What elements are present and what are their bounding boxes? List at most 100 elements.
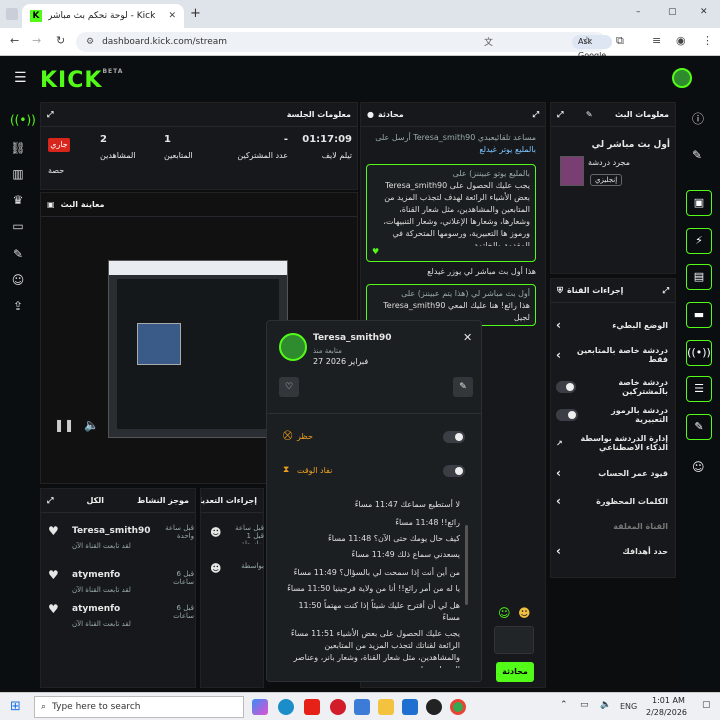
close-icon[interactable]: ✕ — [463, 331, 472, 344]
taskbar-search-input[interactable]: ⌕ Type here to search — [34, 696, 244, 718]
users-icon[interactable]: ☺ — [692, 460, 705, 474]
upload-icon[interactable]: ⇪ — [10, 298, 26, 314]
chat-input[interactable] — [494, 626, 534, 654]
expand-icon[interactable]: ⤢ — [663, 286, 669, 296]
chat-bubble-button[interactable]: ▬ — [686, 302, 712, 328]
tab-close-icon[interactable]: ✕ — [168, 11, 184, 21]
store-icon[interactable] — [354, 699, 370, 715]
close-window-button[interactable]: ✕ — [700, 7, 708, 17]
browser-more-icon[interactable]: ⋮ — [702, 34, 713, 47]
tabs-menu-icon[interactable]: ≡ — [652, 34, 661, 47]
gift-button[interactable]: ✎ — [453, 377, 473, 397]
bookmark-star-icon[interactable]: ☆ — [582, 34, 592, 47]
action-slow-mode[interactable]: الوضع البطيء › — [556, 318, 668, 332]
emoji-icon[interactable]: ☺ — [498, 606, 511, 620]
pencil-icon[interactable]: ✎ — [692, 148, 702, 162]
language-indicator[interactable]: ENG — [620, 702, 637, 711]
lightning-button[interactable]: ⚡ — [686, 228, 712, 254]
user-avatar[interactable] — [672, 68, 692, 88]
back-icon[interactable]: ← — [10, 34, 19, 47]
ask-google-button[interactable]: Ask Google — [572, 35, 613, 60]
broadcast-button[interactable]: ((•)) — [686, 340, 712, 366]
action-ai-moderation[interactable]: إدارة الدردشة بواسطة الذكاء الاصطناعي ↗ — [556, 432, 668, 454]
action-followers-only[interactable]: دردشة خاصة بالمتابعين فقط › — [556, 346, 668, 364]
stat-value: 2 — [100, 134, 107, 145]
mail-icon[interactable] — [402, 699, 418, 715]
activity-user[interactable]: Teresa_smith90 — [72, 526, 151, 536]
pause-icon[interactable]: ❚❚ — [54, 418, 74, 432]
hamburger-menu-icon[interactable]: ☰ — [14, 70, 27, 86]
tools-button[interactable]: ✎ — [686, 414, 712, 440]
expand-icon[interactable]: ⤢ — [47, 110, 53, 120]
reload-icon[interactable]: ↻ — [56, 34, 65, 47]
maximize-button[interactable]: ▢ — [668, 7, 677, 17]
chat-message: هذا أول بث مباشر لي يوزر غيدلع — [366, 266, 536, 278]
opera-icon[interactable] — [330, 699, 346, 715]
activity-tab-all[interactable]: الكل — [86, 496, 104, 505]
tray-chevron-icon[interactable]: ⌃ — [560, 700, 568, 710]
minimize-button[interactable]: – — [636, 7, 641, 17]
follow-heart-button[interactable]: ♡ — [279, 377, 299, 397]
modal-username[interactable]: Teresa_smith90 — [313, 333, 392, 343]
trophy-icon[interactable]: ♛ — [10, 192, 26, 208]
emote-icon[interactable]: ☻ — [518, 606, 531, 620]
kick-logo[interactable]: KICKBETA — [40, 68, 123, 93]
forward-icon[interactable]: → — [32, 34, 41, 47]
preview-screen-tabbar — [109, 261, 287, 275]
subscribers-toggle[interactable] — [556, 381, 577, 393]
kick-logo-text: KICK — [40, 68, 103, 93]
notification-icon[interactable]: ▢ — [702, 700, 711, 710]
ban-toggle[interactable] — [443, 431, 465, 443]
address-bar[interactable]: ⚙ dashboard.kick.com/stream 文 Ask Google — [76, 32, 613, 60]
browser-menu-icon[interactable] — [6, 8, 18, 20]
browser-tab[interactable]: K Kick - لوحة تحكم بث مباشر ✕ — [22, 4, 184, 28]
windows-start-icon[interactable]: ⊞ — [10, 699, 21, 714]
clip-button[interactable]: ▣ — [686, 190, 712, 216]
action-set-goals[interactable]: حدد أهدافك › — [556, 544, 668, 558]
timeout-toggle[interactable] — [443, 465, 465, 477]
activity-time: قبل 6 ساعات — [173, 604, 194, 620]
notes-button[interactable]: ▤ — [686, 264, 712, 290]
chat-send-button[interactable]: محادثة — [496, 662, 534, 682]
chat-message-header: بالمليع يوتو عبيننز) على — [452, 169, 530, 178]
credit-card-icon[interactable]: ▭ — [10, 218, 26, 234]
clock-date: 2/28/2026 — [646, 708, 688, 717]
chat-message-header: مساعد تلقائيعبدي Teresa_smith90 أرسل على — [375, 133, 536, 142]
action-account-age[interactable]: قيود عمر الحساب › — [556, 466, 668, 480]
new-tab-button[interactable]: + — [190, 6, 201, 21]
users-icon[interactable]: ☺ — [10, 272, 26, 288]
action-banned-words[interactable]: الكلمات المحظورة › — [556, 494, 668, 508]
layout-button[interactable]: ☰ — [686, 376, 712, 402]
wrench-icon[interactable]: ✎ — [10, 246, 26, 262]
translate-icon[interactable]: 文 — [484, 35, 493, 48]
chat-log-scrollbar[interactable] — [465, 525, 468, 605]
expand-icon[interactable]: ⤢ — [557, 110, 563, 120]
activity-feed-header: موجز النشاط الكل ⤢ — [41, 489, 195, 513]
shield-icon: ⛨ — [557, 285, 563, 295]
edit-icon[interactable]: ✎ — [586, 110, 593, 119]
file-explorer-icon[interactable] — [378, 699, 394, 715]
volume-tray-icon[interactable]: 🔈 — [600, 700, 611, 710]
site-info-icon[interactable]: ⚙ — [86, 37, 94, 47]
activity-user[interactable]: atymenfo — [72, 604, 120, 614]
extensions-icon[interactable]: ⧉ — [616, 34, 624, 48]
emote-toggle[interactable] — [556, 409, 578, 421]
expand-icon[interactable]: ⤢ — [533, 110, 539, 120]
preview-video[interactable] — [108, 260, 288, 438]
action-label: الكلمات المحظورة — [596, 496, 668, 506]
network-icon: ▭ — [580, 700, 589, 710]
edge-icon[interactable] — [278, 699, 294, 715]
info-icon[interactable]: ⓘ — [692, 110, 704, 127]
copilot-icon[interactable] — [252, 699, 268, 715]
chrome-icon[interactable] — [450, 699, 466, 715]
volume-icon[interactable]: 🔈 — [84, 418, 99, 432]
modal-divider — [267, 413, 481, 414]
activity-user[interactable]: atymenfo — [72, 570, 120, 580]
analytics-icon[interactable]: ▥ — [10, 166, 26, 182]
obs-icon[interactable] — [426, 699, 442, 715]
youtube-icon[interactable] — [304, 699, 320, 715]
expand-icon[interactable]: ⤢ — [47, 496, 53, 506]
link-icon[interactable]: ⛓ — [10, 140, 26, 156]
live-broadcast-icon[interactable]: ((•)) — [10, 112, 36, 128]
profile-icon[interactable]: ◉ — [676, 34, 686, 47]
